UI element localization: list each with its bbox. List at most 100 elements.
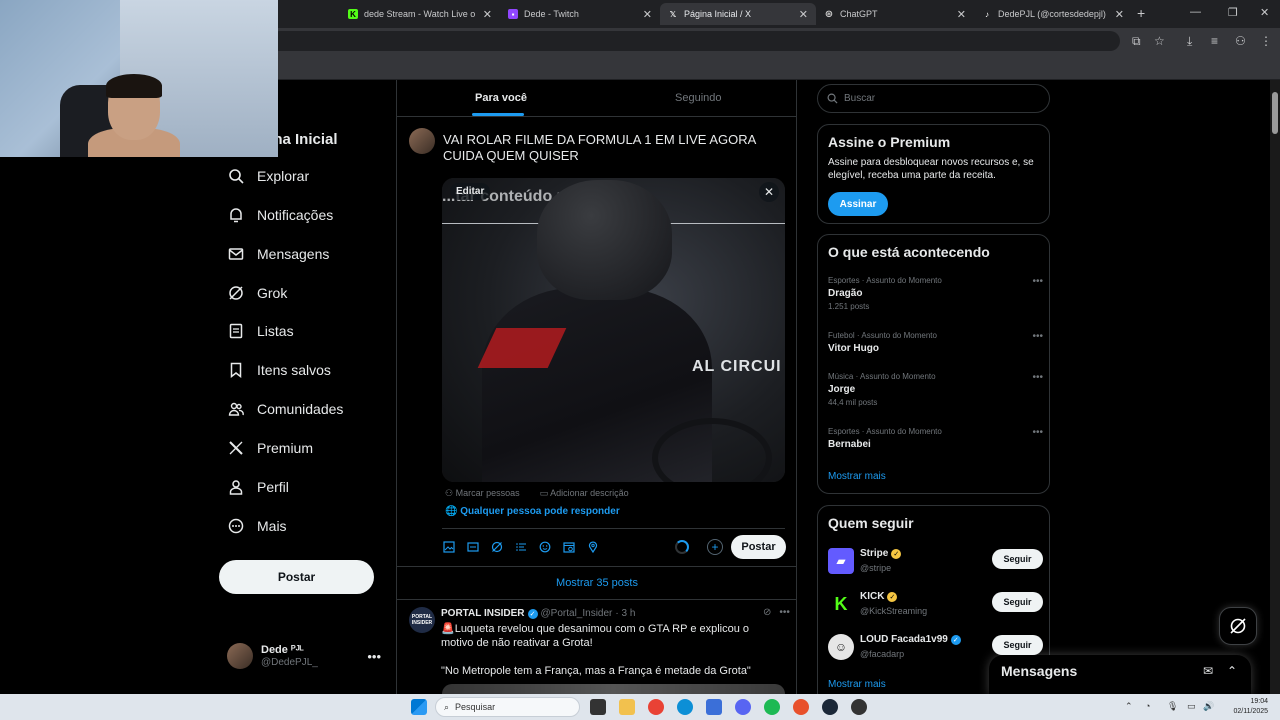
spotify-icon[interactable]	[764, 699, 780, 715]
nav-notifications[interactable]: Notificações	[228, 207, 333, 223]
nav-messages[interactable]: Mensagens	[228, 246, 329, 262]
follow-button[interactable]: Seguir	[992, 635, 1043, 655]
close-icon[interactable]: ✕	[957, 8, 966, 21]
close-window-icon[interactable]: ✕	[1260, 6, 1269, 19]
trend-item[interactable]: Música · Assunto do Momento Jorge 44,4 m…	[828, 372, 1043, 407]
grok-explain-icon[interactable]: ⊘	[763, 607, 771, 618]
edge-icon[interactable]	[677, 699, 693, 715]
follow-button[interactable]: Seguir	[992, 549, 1043, 569]
poll-icon[interactable]	[515, 540, 539, 554]
media-icon[interactable]: ≡	[1211, 34, 1218, 48]
location-icon[interactable]	[587, 540, 611, 554]
tweet-author-handle[interactable]: @Portal_Insider	[541, 608, 613, 619]
app-icon[interactable]	[851, 699, 867, 715]
edit-media-button[interactable]: Editar	[450, 183, 491, 200]
nav-communities[interactable]: Comunidades	[228, 401, 343, 417]
reply-setting-button[interactable]: 🌐 Qualquer pessoa pode responder	[445, 506, 620, 517]
taskbar-search[interactable]: ⌕ Pesquisar	[435, 697, 580, 717]
close-icon[interactable]: ✕	[643, 8, 652, 21]
tab-for-you[interactable]: Para você	[475, 92, 527, 104]
menu-icon[interactable]: ⋮	[1260, 34, 1272, 48]
close-icon[interactable]: ✕	[799, 8, 808, 21]
start-icon[interactable]	[411, 699, 427, 715]
volume-icon[interactable]: 🔊	[1203, 701, 1214, 712]
grok-button[interactable]	[1219, 607, 1257, 645]
more-icon[interactable]: •••	[1032, 427, 1043, 438]
task-view-icon[interactable]	[590, 699, 606, 715]
tab-x-home[interactable]: 𝕏 Página Inicial / X ✕	[660, 3, 816, 25]
tab-kick[interactable]: K dede Stream - Watch Live on K ✕	[340, 4, 500, 24]
follow-button[interactable]: Seguir	[992, 592, 1043, 612]
close-icon[interactable]: ✕	[483, 8, 492, 21]
follow-suggestion[interactable]: ▰ Stripe ✓ @stripe Seguir	[828, 546, 1043, 576]
more-icon[interactable]: •••	[1032, 331, 1043, 342]
nav-bookmarks[interactable]: Itens salvos	[228, 362, 331, 378]
scrollbar-thumb[interactable]	[1272, 92, 1278, 134]
tab-following[interactable]: Seguindo	[675, 92, 722, 104]
discord-icon[interactable]	[735, 699, 751, 715]
emoji-icon[interactable]	[539, 540, 563, 554]
trend-item[interactable]: Futebol · Assunto do Momento Vitor Hugo …	[828, 331, 1043, 354]
obs-icon[interactable]	[793, 699, 809, 715]
more-icon[interactable]: •••	[779, 607, 790, 618]
trend-item[interactable]: Esportes · Assunto do Momento Dragão 1.2…	[828, 276, 1043, 311]
nav-grok[interactable]: Grok	[228, 285, 287, 301]
trend-item[interactable]: Esportes · Assunto do Momento Bernabei •…	[828, 427, 1043, 450]
nav-explore[interactable]: Explorar	[228, 168, 309, 184]
tab-twitch[interactable]: ▪ Dede - Twitch ✕	[500, 4, 660, 24]
nav-profile[interactable]: Perfil	[228, 479, 289, 495]
nav-more[interactable]: Mais	[228, 518, 287, 534]
more-icon[interactable]: •••	[367, 649, 381, 664]
nav-lists[interactable]: Listas	[228, 323, 294, 339]
tab-chatgpt[interactable]: ⊛ ChatGPT ✕	[816, 4, 974, 24]
grok-compose-icon[interactable]	[491, 540, 515, 554]
chrome-icon[interactable]	[648, 699, 664, 715]
tweet-time[interactable]: · 3 h	[615, 608, 635, 619]
schedule-icon[interactable]	[563, 540, 587, 554]
subscribe-button[interactable]: Assinar	[828, 192, 888, 216]
image-icon[interactable]	[443, 540, 467, 554]
file-explorer-icon[interactable]	[619, 699, 635, 715]
add-description-link[interactable]: ▭ Adicionar descrição	[540, 488, 639, 499]
maximize-icon[interactable]: ❐	[1228, 6, 1238, 19]
page-scrollbar[interactable]	[1270, 80, 1280, 694]
download-icon[interactable]: ⤓	[1187, 34, 1192, 49]
avatar[interactable]: PORTAL INSIDER	[409, 607, 435, 633]
compose-textarea[interactable]: VAI ROLAR FILME DA FORMULA 1 EM LIVE AGO…	[443, 132, 773, 164]
network-icon[interactable]: ▭	[1187, 701, 1196, 712]
tray-chevron-icon[interactable]: ⌃	[1125, 701, 1133, 712]
tag-people-link[interactable]: ⚇ Marcar pessoas	[445, 488, 530, 499]
new-message-icon[interactable]: ✉	[1203, 664, 1213, 678]
tray-app-icon[interactable]: ◔	[1145, 701, 1150, 711]
show-new-posts-button[interactable]: Mostrar 35 posts	[397, 566, 797, 600]
more-icon[interactable]: •••	[1032, 276, 1043, 287]
tab-tiktok[interactable]: ♪ DedePJL (@cortesdedepjl) | Tik ✕	[974, 4, 1132, 24]
nav-premium[interactable]: Premium	[228, 440, 313, 456]
bookmark-star-icon[interactable]: ☆	[1154, 34, 1165, 48]
minimize-icon[interactable]: —	[1190, 6, 1201, 18]
compose-post-button[interactable]: Postar	[731, 535, 786, 559]
show-more-trends-link[interactable]: Mostrar mais	[828, 471, 886, 482]
messages-drawer[interactable]: Mensagens ✉ ⌃	[989, 655, 1251, 695]
more-icon[interactable]: •••	[1032, 372, 1043, 383]
nav-label: Explorar	[257, 168, 310, 184]
remove-media-button[interactable]: ✕	[759, 182, 779, 202]
search-input[interactable]: Buscar	[817, 84, 1050, 113]
new-tab-button[interactable]: +	[1137, 5, 1145, 21]
microphone-icon[interactable]: 🎙	[1167, 701, 1178, 712]
store-icon[interactable]	[706, 699, 722, 715]
steam-icon[interactable]	[822, 699, 838, 715]
system-clock[interactable]: 19:04 02/11/2025	[1222, 697, 1268, 717]
gif-icon[interactable]	[467, 540, 491, 554]
expand-icon[interactable]: ⌃	[1227, 664, 1237, 678]
follow-suggestion[interactable]: K KICK ✓ @KickStreaming Seguir	[828, 589, 1043, 619]
post-button[interactable]: Postar	[219, 560, 374, 594]
close-icon[interactable]: ✕	[1115, 8, 1124, 21]
account-switcher[interactable]: Dede ᴾᴶᴸ @DedePJL_ •••	[227, 643, 387, 669]
show-more-follow-link[interactable]: Mostrar mais	[828, 679, 886, 690]
tweet-author-name[interactable]: PORTAL INSIDER	[441, 608, 525, 619]
url-field[interactable]	[270, 31, 1120, 51]
add-thread-button[interactable]: +	[707, 539, 723, 555]
install-icon[interactable]: ⧉	[1132, 34, 1141, 49]
extensions-icon[interactable]: ⚇	[1235, 34, 1246, 48]
